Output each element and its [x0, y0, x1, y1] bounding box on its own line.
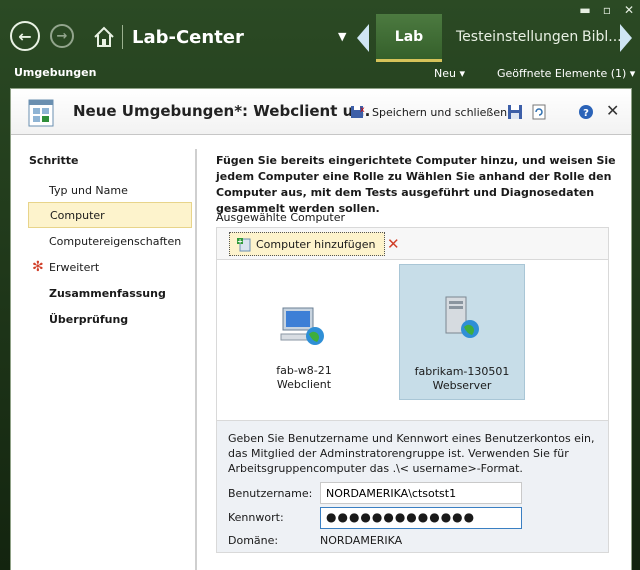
add-computer-icon: + [237, 238, 251, 252]
computer-tile[interactable]: fabrikam-130501 Webserver [399, 264, 525, 400]
step-ueberpruefung[interactable]: Überprüfung [28, 306, 192, 332]
title-bar: ▬ ▫ ✕ ← → Lab-Center ▼ Lab Testeinstellu… [0, 0, 640, 62]
open-items-menu[interactable]: Geöffnete Elemente (1) ▾ [497, 67, 635, 80]
environment-window: Neue Umgebungen*: Webclient u... x Speic… [10, 88, 632, 570]
app-title: Lab-Center [132, 27, 244, 48]
computer-name: fabrikam-130501 [414, 365, 510, 378]
forward-arrow-icon[interactable]: → [50, 24, 74, 48]
svg-text:+: + [237, 238, 243, 246]
credentials-help-text: Geben Sie Benutzername und Kennwort eine… [228, 432, 595, 475]
help-icon[interactable]: ? [578, 104, 594, 120]
username-label: Benutzername: [228, 487, 313, 500]
password-field[interactable]: ●●●●●●●●●●●●● [320, 507, 522, 529]
refresh-icon[interactable] [531, 104, 547, 120]
server-computer-icon [445, 296, 479, 338]
title-dropdown-icon[interactable]: ▼ [338, 30, 346, 43]
password-label: Kennwort: [228, 511, 284, 524]
window-title: Neue Umgebungen*: Webclient u... [73, 102, 371, 120]
tab-bibliothek[interactable]: Bibl... [582, 29, 622, 45]
step-computer[interactable]: Computer [28, 202, 192, 228]
username-field[interactable] [320, 482, 522, 504]
computer-name: fab-w8-21 [276, 364, 332, 377]
minimize-icon[interactable]: ▬ [578, 3, 592, 17]
computer-role: Webserver [432, 379, 492, 392]
save-close-label: Speichern und schließen [372, 105, 508, 119]
delete-icon[interactable]: ✕ [387, 235, 400, 253]
computer-role: Webclient [276, 378, 332, 391]
tab-next-arrow-icon[interactable] [620, 24, 632, 52]
close-window-icon[interactable]: ✕ [622, 3, 636, 17]
maximize-icon[interactable]: ▫ [600, 3, 614, 17]
step-erweitert-label: Erweitert [49, 260, 100, 274]
instructions-text: Fügen Sie bereits eingerichtete Computer… [216, 154, 616, 215]
required-asterisk-icon: ✻ [32, 259, 44, 275]
domain-value: NORDAMERIKA [320, 534, 403, 547]
new-menu[interactable]: Neu ▾ [434, 67, 465, 80]
title-separator [122, 25, 123, 49]
selected-computers-label: Ausgewählte Computer [216, 211, 346, 224]
svg-text:x: x [360, 105, 365, 114]
credentials-section: Geben Sie Benutzername und Kennwort eine… [216, 421, 609, 553]
client-computer-icon [280, 307, 324, 345]
sub-bar: Umgebungen Neu ▾ Geöffnete Elemente (1) … [0, 62, 640, 86]
save-and-close-button[interactable]: x Speichern und schließen [350, 104, 507, 120]
add-computer-label: Computer hinzufügen [256, 237, 376, 251]
home-icon[interactable] [92, 25, 116, 49]
panel-header: Neue Umgebungen*: Webclient u... x Speic… [11, 89, 631, 135]
domain-label: Domäne: [228, 534, 279, 547]
save-close-icon: x [351, 105, 365, 118]
steps-pane: Schritte Typ und Name Computer Computere… [11, 135, 197, 570]
step-computereigenschaften[interactable]: Computereigenschaften [28, 228, 192, 254]
tab-testeinstellungen[interactable]: Testeinstellungen [456, 29, 578, 45]
steps-title: Schritte [29, 154, 79, 167]
step-zusammenfassung[interactable]: Zusammenfassung [28, 280, 192, 306]
close-icon[interactable]: ✕ [606, 101, 619, 120]
tab-prev-arrow-icon[interactable] [357, 24, 369, 52]
save-icon[interactable] [507, 104, 523, 120]
svg-text:?: ? [583, 108, 589, 119]
breadcrumb[interactable]: Umgebungen [14, 66, 96, 79]
step-typ-und-name[interactable]: Typ und Name [28, 177, 192, 203]
step-erweitert[interactable]: ✻ Erweitert [28, 254, 192, 280]
computers-toolbar: + Computer hinzufügen ✕ [216, 227, 609, 259]
add-computer-button[interactable]: + Computer hinzufügen [229, 232, 385, 256]
tab-lab[interactable]: Lab [376, 14, 442, 62]
environment-icon [28, 99, 54, 127]
computer-tile[interactable]: fab-w8-21 Webclient [241, 276, 367, 412]
back-arrow-icon[interactable]: ← [10, 21, 40, 51]
computers-list: fab-w8-21 Webclient fabrikam-130501 Webs… [216, 259, 609, 421]
window-controls: ▬ ▫ ✕ [578, 3, 636, 17]
pane-divider [195, 149, 197, 570]
